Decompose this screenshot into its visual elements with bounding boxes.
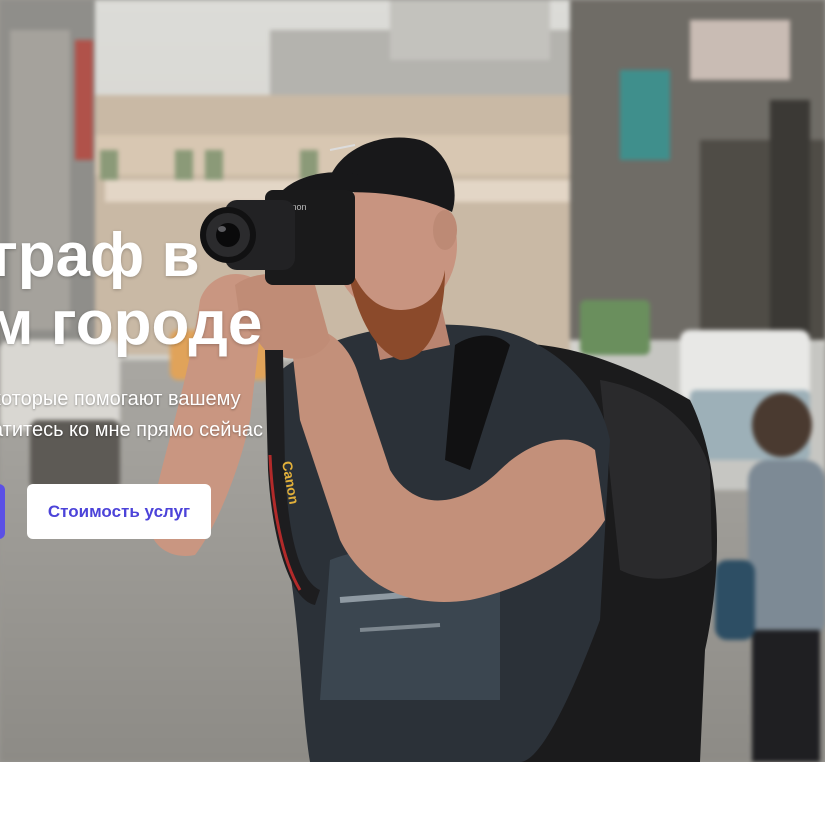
hero-headline-line-1: ограф в <box>0 221 200 290</box>
photographer-photo: Canon Canon <box>150 137 717 762</box>
primary-cta-button[interactable] <box>0 484 5 539</box>
pricing-button[interactable]: Стоимость услуг <box>27 484 211 539</box>
hero-section: Canon Canon ограф в ем городе которые по… <box>0 0 825 762</box>
hero-subtitle: которые помогают вашему атитесь ко мне п… <box>0 384 263 446</box>
hero-headline-line-2: ем городе <box>0 289 263 358</box>
hero-headline: ограф в ем городе <box>0 222 374 358</box>
hero-subtitle-line-2: атитесь ко мне прямо сейчас <box>0 419 264 441</box>
hero-subtitle-line-1: которые помогают вашему <box>0 388 241 410</box>
